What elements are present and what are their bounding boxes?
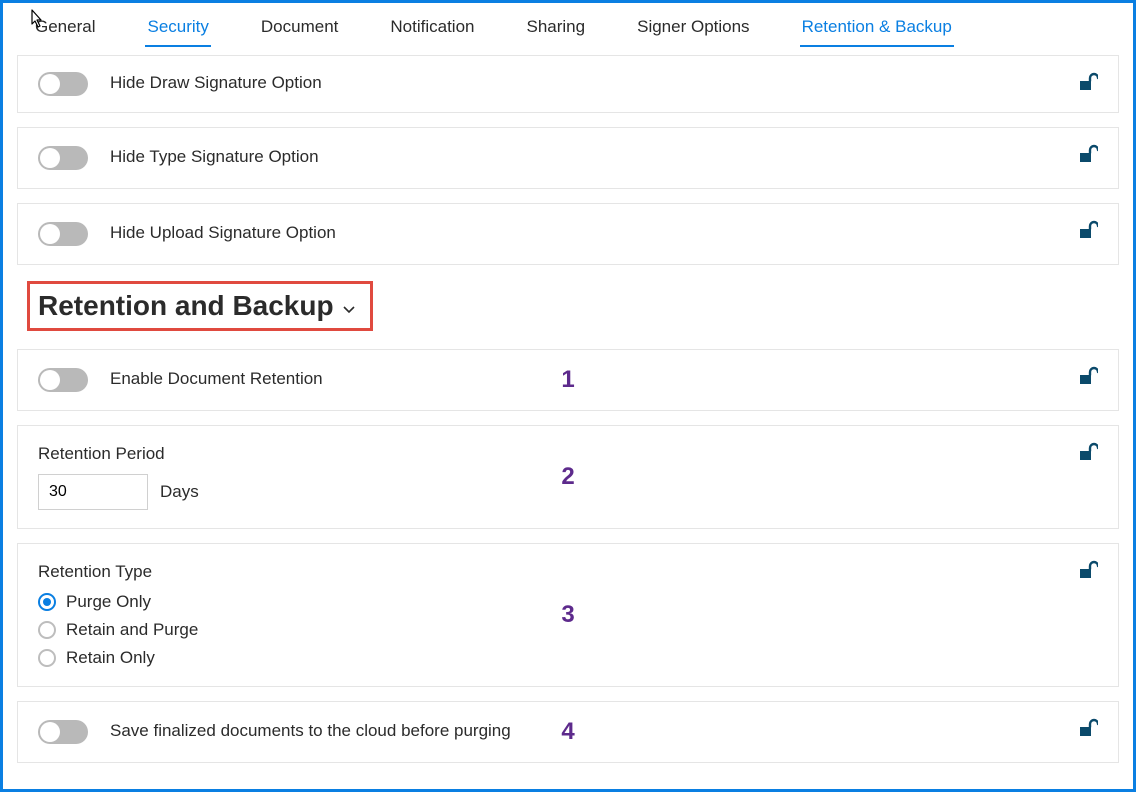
tab-document[interactable]: Document	[259, 13, 340, 51]
unlock-icon[interactable]	[1076, 220, 1098, 240]
radio-label: Purge Only	[66, 592, 151, 612]
tab-retention-backup[interactable]: Retention & Backup	[800, 13, 954, 51]
label-retention-type: Retention Type	[38, 562, 1098, 582]
setting-hide-draw: Hide Draw Signature Option	[17, 55, 1119, 113]
unlock-icon[interactable]	[1076, 72, 1098, 92]
radio-icon	[38, 649, 56, 667]
label-hide-type: Hide Type Signature Option	[110, 146, 319, 167]
annotation-2: 2	[561, 463, 574, 491]
settings-list: Hide Draw Signature Option Hide Type Sig…	[3, 51, 1133, 787]
setting-hide-type: Hide Type Signature Option	[17, 127, 1119, 189]
unlock-icon[interactable]	[1076, 144, 1098, 164]
tab-signer-options[interactable]: Signer Options	[635, 13, 751, 51]
tab-security[interactable]: Security	[145, 13, 210, 51]
radio-label: Retain Only	[66, 648, 155, 668]
unlock-icon[interactable]	[1076, 442, 1098, 462]
label-retention-period: Retention Period	[38, 444, 1098, 464]
chevron-down-icon	[342, 290, 356, 322]
tab-sharing[interactable]: Sharing	[525, 13, 588, 51]
label-hide-upload: Hide Upload Signature Option	[110, 222, 336, 243]
setting-hide-upload: Hide Upload Signature Option	[17, 203, 1119, 265]
setting-save-cloud: Save finalized documents to the cloud be…	[17, 701, 1119, 763]
toggle-enable-retention[interactable]	[38, 368, 88, 392]
app-frame: General Security Document Notification S…	[0, 0, 1136, 792]
section-title-text: Retention and Backup	[38, 290, 334, 322]
toggle-hide-upload[interactable]	[38, 222, 88, 246]
setting-retention-period: Retention Period Days 2	[17, 425, 1119, 529]
unlock-icon[interactable]	[1076, 560, 1098, 580]
toggle-hide-draw[interactable]	[38, 72, 88, 96]
setting-enable-retention: Enable Document Retention 1	[17, 349, 1119, 411]
cursor-icon	[27, 9, 45, 36]
input-retention-period[interactable]	[38, 474, 148, 510]
annotation-1: 1	[561, 366, 574, 394]
label-hide-draw: Hide Draw Signature Option	[110, 72, 322, 93]
label-save-cloud: Save finalized documents to the cloud be…	[110, 720, 511, 741]
annotation-4: 4	[561, 718, 574, 746]
label-enable-retention: Enable Document Retention	[110, 368, 323, 389]
radio-icon	[38, 621, 56, 639]
setting-retention-type: Retention Type Purge Only Retain and Pur…	[17, 543, 1119, 687]
radio-icon	[38, 593, 56, 611]
toggle-save-cloud[interactable]	[38, 720, 88, 744]
tab-bar: General Security Document Notification S…	[3, 3, 1133, 51]
radio-retain-only[interactable]: Retain Only	[38, 648, 1098, 668]
section-header-retention[interactable]: Retention and Backup	[27, 281, 373, 331]
annotation-3: 3	[561, 601, 574, 629]
toggle-hide-type[interactable]	[38, 146, 88, 170]
unlock-icon[interactable]	[1076, 366, 1098, 386]
unlock-icon[interactable]	[1076, 718, 1098, 738]
tab-notification[interactable]: Notification	[388, 13, 476, 51]
unit-days: Days	[160, 482, 199, 502]
section-header-wrap: Retention and Backup	[27, 281, 1109, 331]
radio-label: Retain and Purge	[66, 620, 198, 640]
